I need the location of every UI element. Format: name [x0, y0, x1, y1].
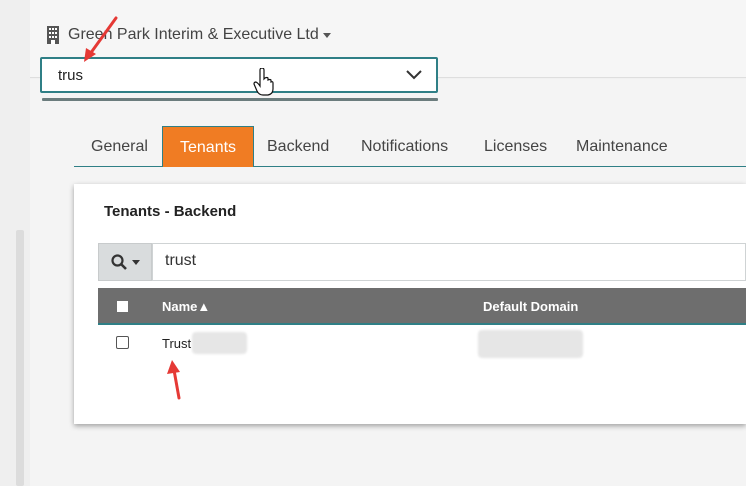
- column-default-domain[interactable]: Default Domain: [483, 299, 578, 314]
- caret-down-icon: [131, 259, 140, 265]
- tab-backend[interactable]: Backend: [250, 126, 346, 167]
- panel-title: Tenants - Backend: [104, 203, 237, 220]
- building-icon: [47, 26, 59, 44]
- search-icon: [110, 254, 127, 270]
- table-row[interactable]: Trust: [98, 327, 746, 363]
- tenant-select-value: trus: [58, 67, 84, 84]
- annotation-arrow-icon: [84, 16, 118, 62]
- hand-cursor-icon: [253, 68, 274, 96]
- tab-maintenance[interactable]: Maintenance: [559, 126, 685, 167]
- redacted-name: [192, 332, 247, 354]
- tenant-name: Trust: [162, 336, 192, 351]
- tab-licenses[interactable]: Licenses: [467, 126, 564, 167]
- search-options-button[interactable]: [98, 243, 152, 281]
- tab-tenants[interactable]: Tenants: [162, 126, 255, 167]
- annotation-arrow-icon: [167, 360, 181, 400]
- search-input[interactable]: trust: [152, 243, 746, 281]
- chevron-down-icon[interactable]: [406, 69, 422, 81]
- select-all-checkbox[interactable]: [117, 301, 128, 312]
- tab-general[interactable]: General: [74, 126, 165, 167]
- scrollbar[interactable]: [16, 230, 24, 486]
- redacted-domain: [478, 330, 583, 358]
- caret-down-icon[interactable]: [322, 32, 331, 38]
- column-name[interactable]: Name▲: [162, 299, 210, 314]
- row-checkbox[interactable]: [116, 336, 129, 349]
- tab-notifications[interactable]: Notifications: [344, 126, 465, 167]
- left-gutter: [0, 0, 30, 486]
- dropdown-underline: [42, 98, 438, 101]
- tab-bar: General Tenants Backend Notifications Li…: [74, 126, 746, 167]
- table-header: Name▲ Default Domain: [98, 288, 746, 325]
